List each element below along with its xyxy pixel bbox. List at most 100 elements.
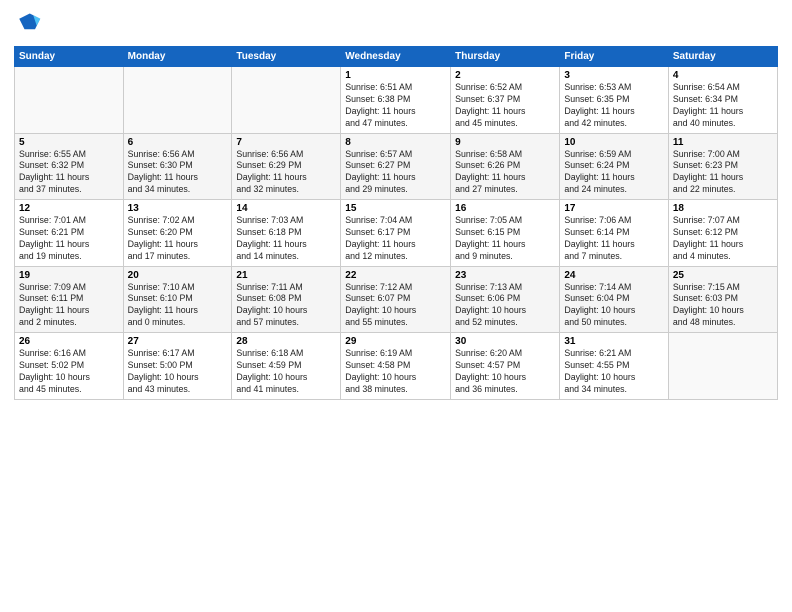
calendar-cell: 6Sunrise: 6:56 AM Sunset: 6:30 PM Daylig… <box>123 133 232 200</box>
calendar-cell: 16Sunrise: 7:05 AM Sunset: 6:15 PM Dayli… <box>451 200 560 267</box>
day-info: Sunrise: 6:20 AM Sunset: 4:57 PM Dayligh… <box>455 348 555 396</box>
day-info: Sunrise: 7:00 AM Sunset: 6:23 PM Dayligh… <box>673 149 773 197</box>
day-number: 18 <box>673 203 773 214</box>
calendar-week-row: 5Sunrise: 6:55 AM Sunset: 6:32 PM Daylig… <box>15 133 778 200</box>
day-info: Sunrise: 7:07 AM Sunset: 6:12 PM Dayligh… <box>673 215 773 263</box>
calendar-cell: 4Sunrise: 6:54 AM Sunset: 6:34 PM Daylig… <box>668 67 777 134</box>
day-info: Sunrise: 6:21 AM Sunset: 4:55 PM Dayligh… <box>564 348 664 396</box>
day-number: 2 <box>455 70 555 81</box>
day-number: 1 <box>345 70 446 81</box>
calendar-cell: 31Sunrise: 6:21 AM Sunset: 4:55 PM Dayli… <box>560 333 669 400</box>
calendar-week-row: 1Sunrise: 6:51 AM Sunset: 6:38 PM Daylig… <box>15 67 778 134</box>
day-number: 4 <box>673 70 773 81</box>
day-number: 27 <box>128 336 228 347</box>
day-info: Sunrise: 7:15 AM Sunset: 6:03 PM Dayligh… <box>673 282 773 330</box>
calendar-week-row: 19Sunrise: 7:09 AM Sunset: 6:11 PM Dayli… <box>15 266 778 333</box>
calendar-cell: 28Sunrise: 6:18 AM Sunset: 4:59 PM Dayli… <box>232 333 341 400</box>
calendar-cell <box>668 333 777 400</box>
day-number: 13 <box>128 203 228 214</box>
day-number: 20 <box>128 270 228 281</box>
day-number: 28 <box>236 336 336 347</box>
calendar-week-row: 26Sunrise: 6:16 AM Sunset: 5:02 PM Dayli… <box>15 333 778 400</box>
header <box>14 10 778 38</box>
day-number: 22 <box>345 270 446 281</box>
calendar-cell: 14Sunrise: 7:03 AM Sunset: 6:18 PM Dayli… <box>232 200 341 267</box>
day-number: 31 <box>564 336 664 347</box>
day-info: Sunrise: 6:19 AM Sunset: 4:58 PM Dayligh… <box>345 348 446 396</box>
weekday-header: Monday <box>123 47 232 67</box>
day-number: 29 <box>345 336 446 347</box>
day-info: Sunrise: 6:17 AM Sunset: 5:00 PM Dayligh… <box>128 348 228 396</box>
calendar-cell: 13Sunrise: 7:02 AM Sunset: 6:20 PM Dayli… <box>123 200 232 267</box>
calendar-cell: 21Sunrise: 7:11 AM Sunset: 6:08 PM Dayli… <box>232 266 341 333</box>
calendar-cell: 23Sunrise: 7:13 AM Sunset: 6:06 PM Dayli… <box>451 266 560 333</box>
calendar-cell: 8Sunrise: 6:57 AM Sunset: 6:27 PM Daylig… <box>341 133 451 200</box>
day-info: Sunrise: 6:52 AM Sunset: 6:37 PM Dayligh… <box>455 82 555 130</box>
day-info: Sunrise: 6:51 AM Sunset: 6:38 PM Dayligh… <box>345 82 446 130</box>
calendar-cell: 15Sunrise: 7:04 AM Sunset: 6:17 PM Dayli… <box>341 200 451 267</box>
page-container: SundayMondayTuesdayWednesdayThursdayFrid… <box>0 0 792 408</box>
calendar-cell: 19Sunrise: 7:09 AM Sunset: 6:11 PM Dayli… <box>15 266 124 333</box>
day-info: Sunrise: 7:05 AM Sunset: 6:15 PM Dayligh… <box>455 215 555 263</box>
calendar-cell: 3Sunrise: 6:53 AM Sunset: 6:35 PM Daylig… <box>560 67 669 134</box>
day-number: 11 <box>673 137 773 148</box>
day-info: Sunrise: 7:01 AM Sunset: 6:21 PM Dayligh… <box>19 215 119 263</box>
calendar-cell <box>15 67 124 134</box>
day-info: Sunrise: 7:02 AM Sunset: 6:20 PM Dayligh… <box>128 215 228 263</box>
calendar-cell: 11Sunrise: 7:00 AM Sunset: 6:23 PM Dayli… <box>668 133 777 200</box>
day-number: 26 <box>19 336 119 347</box>
day-number: 30 <box>455 336 555 347</box>
day-info: Sunrise: 7:13 AM Sunset: 6:06 PM Dayligh… <box>455 282 555 330</box>
day-number: 19 <box>19 270 119 281</box>
calendar-cell: 7Sunrise: 6:56 AM Sunset: 6:29 PM Daylig… <box>232 133 341 200</box>
calendar-cell: 9Sunrise: 6:58 AM Sunset: 6:26 PM Daylig… <box>451 133 560 200</box>
day-number: 5 <box>19 137 119 148</box>
day-number: 23 <box>455 270 555 281</box>
calendar-cell: 29Sunrise: 6:19 AM Sunset: 4:58 PM Dayli… <box>341 333 451 400</box>
calendar-cell: 26Sunrise: 6:16 AM Sunset: 5:02 PM Dayli… <box>15 333 124 400</box>
calendar-table: SundayMondayTuesdayWednesdayThursdayFrid… <box>14 46 778 400</box>
day-number: 16 <box>455 203 555 214</box>
day-info: Sunrise: 7:06 AM Sunset: 6:14 PM Dayligh… <box>564 215 664 263</box>
weekday-header: Friday <box>560 47 669 67</box>
calendar-cell <box>123 67 232 134</box>
day-info: Sunrise: 7:03 AM Sunset: 6:18 PM Dayligh… <box>236 215 336 263</box>
day-info: Sunrise: 6:56 AM Sunset: 6:30 PM Dayligh… <box>128 149 228 197</box>
day-info: Sunrise: 7:10 AM Sunset: 6:10 PM Dayligh… <box>128 282 228 330</box>
day-info: Sunrise: 6:56 AM Sunset: 6:29 PM Dayligh… <box>236 149 336 197</box>
day-number: 3 <box>564 70 664 81</box>
weekday-header: Tuesday <box>232 47 341 67</box>
calendar-cell: 25Sunrise: 7:15 AM Sunset: 6:03 PM Dayli… <box>668 266 777 333</box>
day-number: 9 <box>455 137 555 148</box>
weekday-header: Sunday <box>15 47 124 67</box>
day-info: Sunrise: 7:12 AM Sunset: 6:07 PM Dayligh… <box>345 282 446 330</box>
day-number: 25 <box>673 270 773 281</box>
calendar-cell: 2Sunrise: 6:52 AM Sunset: 6:37 PM Daylig… <box>451 67 560 134</box>
calendar-cell: 10Sunrise: 6:59 AM Sunset: 6:24 PM Dayli… <box>560 133 669 200</box>
day-info: Sunrise: 6:59 AM Sunset: 6:24 PM Dayligh… <box>564 149 664 197</box>
weekday-header: Wednesday <box>341 47 451 67</box>
calendar-cell: 17Sunrise: 7:06 AM Sunset: 6:14 PM Dayli… <box>560 200 669 267</box>
day-number: 24 <box>564 270 664 281</box>
calendar-cell: 27Sunrise: 6:17 AM Sunset: 5:00 PM Dayli… <box>123 333 232 400</box>
day-number: 14 <box>236 203 336 214</box>
day-number: 7 <box>236 137 336 148</box>
day-number: 17 <box>564 203 664 214</box>
day-info: Sunrise: 7:14 AM Sunset: 6:04 PM Dayligh… <box>564 282 664 330</box>
day-number: 12 <box>19 203 119 214</box>
day-info: Sunrise: 7:09 AM Sunset: 6:11 PM Dayligh… <box>19 282 119 330</box>
calendar-cell: 20Sunrise: 7:10 AM Sunset: 6:10 PM Dayli… <box>123 266 232 333</box>
calendar-cell: 1Sunrise: 6:51 AM Sunset: 6:38 PM Daylig… <box>341 67 451 134</box>
day-info: Sunrise: 6:55 AM Sunset: 6:32 PM Dayligh… <box>19 149 119 197</box>
day-info: Sunrise: 6:16 AM Sunset: 5:02 PM Dayligh… <box>19 348 119 396</box>
calendar-cell: 12Sunrise: 7:01 AM Sunset: 6:21 PM Dayli… <box>15 200 124 267</box>
calendar-cell: 5Sunrise: 6:55 AM Sunset: 6:32 PM Daylig… <box>15 133 124 200</box>
day-info: Sunrise: 7:11 AM Sunset: 6:08 PM Dayligh… <box>236 282 336 330</box>
calendar-cell: 24Sunrise: 7:14 AM Sunset: 6:04 PM Dayli… <box>560 266 669 333</box>
weekday-header: Saturday <box>668 47 777 67</box>
day-number: 8 <box>345 137 446 148</box>
day-info: Sunrise: 6:18 AM Sunset: 4:59 PM Dayligh… <box>236 348 336 396</box>
weekday-header: Thursday <box>451 47 560 67</box>
logo <box>14 10 44 38</box>
day-info: Sunrise: 6:57 AM Sunset: 6:27 PM Dayligh… <box>345 149 446 197</box>
